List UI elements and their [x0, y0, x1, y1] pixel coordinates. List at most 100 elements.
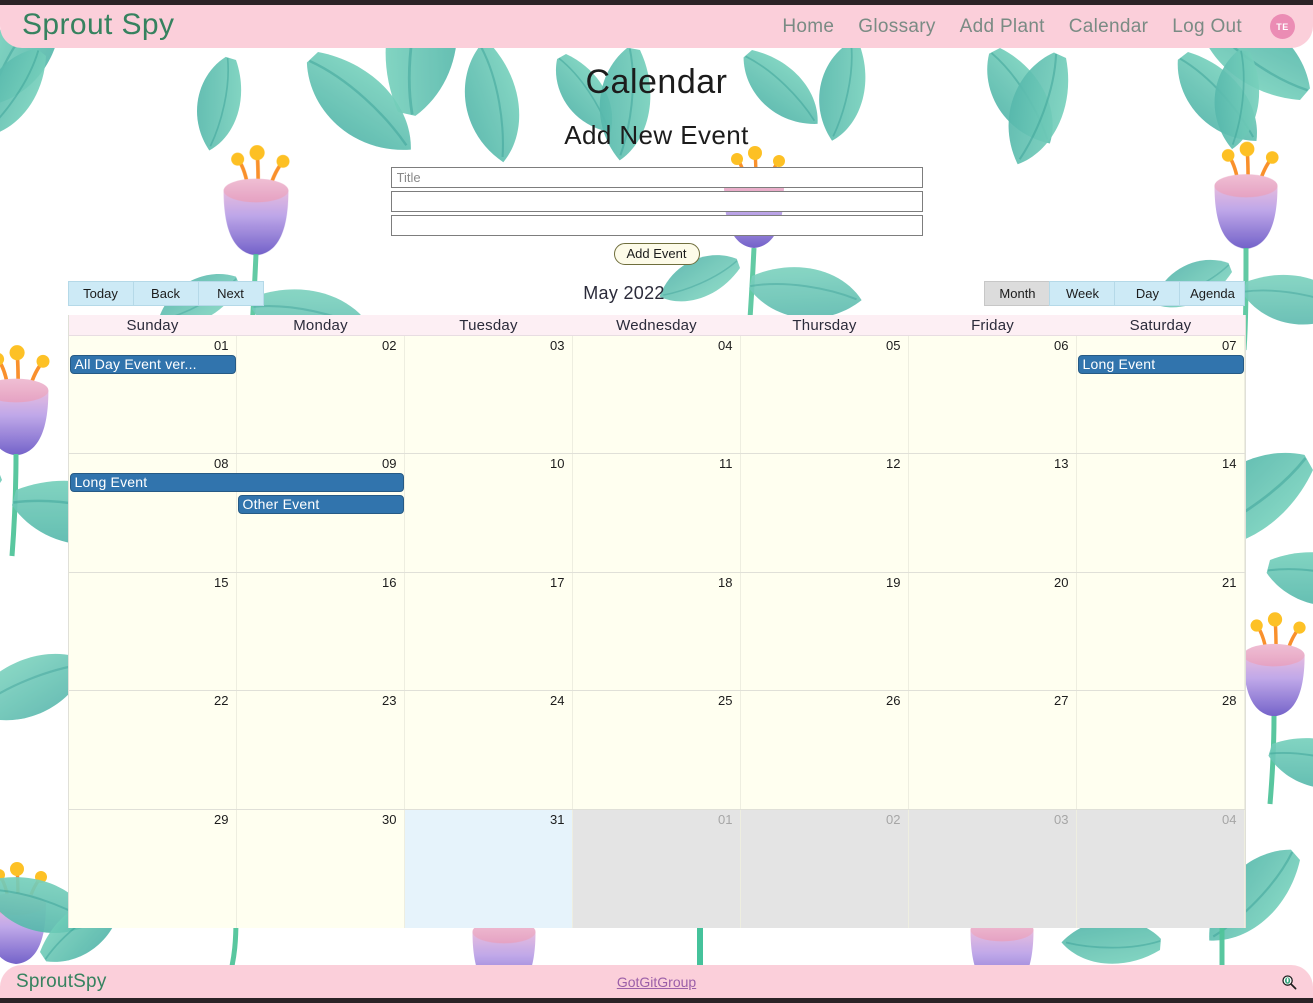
calendar-day-cell[interactable]: 26: [740, 691, 909, 809]
calendar-day-number: 20: [1054, 574, 1069, 590]
calendar-day-cell[interactable]: 21: [1076, 572, 1245, 691]
search-icon[interactable]: [1281, 974, 1297, 990]
calendar-day-number: 02: [382, 338, 397, 353]
calendar-day-cell[interactable]: 16: [236, 572, 405, 691]
calendar-day-cell[interactable]: 27: [908, 691, 1077, 809]
calendar-day-cell[interactable]: 05: [740, 336, 909, 454]
calendar-day-number: 21: [1222, 574, 1237, 590]
nav-log-out[interactable]: Log Out: [1172, 16, 1242, 38]
calendar-day-cell[interactable]: 19: [740, 572, 909, 691]
calendar-day-cell[interactable]: 01: [68, 336, 237, 454]
calendar-day-number: 14: [1222, 456, 1237, 472]
calendar-day-cell[interactable]: 14: [1076, 454, 1245, 572]
calendar-day-number: 12: [886, 456, 901, 472]
calendar-view-day[interactable]: Day: [1114, 281, 1181, 306]
add-event-form: Add Event: [390, 167, 923, 265]
event-title-input[interactable]: [390, 167, 923, 188]
calendar-view-week[interactable]: Week: [1049, 281, 1116, 306]
calendar-today-button[interactable]: Today: [67, 281, 134, 306]
footer-credit-link[interactable]: GotGitGroup: [0, 974, 1313, 990]
calendar-day-number: 24: [550, 693, 565, 709]
calendar-day-cell[interactable]: 08: [68, 454, 237, 572]
calendar-day-cell[interactable]: 03: [908, 809, 1077, 928]
weekday-header-thursday: Thursday: [792, 317, 857, 334]
add-event-heading: Add New Event: [564, 120, 749, 150]
calendar-day-cell[interactable]: 01: [572, 809, 741, 928]
calendar-day-number: 05: [886, 338, 901, 353]
nav-calendar[interactable]: Calendar: [1069, 16, 1149, 38]
calendar-toolbar: Today Back Next May 2022 Month Week Day …: [67, 280, 1246, 307]
calendar-day-cell[interactable]: 25: [572, 691, 741, 809]
calendar-day-number: 18: [718, 574, 733, 590]
site-brand[interactable]: Sprout Spy: [22, 10, 174, 43]
calendar-day-number: 19: [886, 574, 901, 590]
calendar-day-number: 26: [886, 693, 901, 709]
calendar-day-cell[interactable]: 10: [404, 454, 573, 572]
calendar-day-cell[interactable]: 28: [1076, 691, 1245, 809]
calendar-day-cell[interactable]: 11: [572, 454, 741, 572]
calendar-day-cell[interactable]: 13: [908, 454, 1077, 572]
calendar-nav-group: Today Back Next: [67, 281, 264, 306]
calendar-day-number: 29: [214, 811, 229, 827]
nav-home[interactable]: Home: [782, 16, 834, 38]
nav-glossary[interactable]: Glossary: [858, 16, 935, 38]
calendar-day-cell[interactable]: 15: [68, 572, 237, 691]
calendar-view-group: Month Week Day Agenda: [984, 281, 1246, 306]
calendar-next-button[interactable]: Next: [197, 281, 264, 306]
calendar-day-number: 15: [214, 574, 229, 590]
calendar-day-number: 03: [550, 338, 565, 353]
page-title: Calendar: [585, 63, 728, 101]
calendar-day-number: 11: [719, 456, 733, 472]
calendar-event[interactable]: Long Event: [69, 473, 404, 493]
calendar-day-cell[interactable]: 29: [68, 809, 237, 928]
calendar-view-agenda[interactable]: Agenda: [1179, 281, 1246, 306]
calendar-day-cell[interactable]: 02: [236, 336, 405, 454]
event-field-3-input[interactable]: [390, 215, 923, 236]
calendar-day-number: 01: [718, 811, 733, 827]
calendar-event[interactable]: All Day Event ver...: [69, 355, 236, 374]
month-calendar: Sunday Monday Tuesday Wednesday Thursday Frid…: [67, 315, 1246, 928]
calendar-day-cell[interactable]: 07: [1076, 336, 1245, 454]
nav-add-plant[interactable]: Add Plant: [960, 16, 1045, 38]
calendar-day-number: 06: [1054, 338, 1069, 353]
calendar-day-cell[interactable]: 04: [1076, 809, 1245, 928]
calendar-day-number: 17: [550, 574, 565, 590]
browser-bottom-edge: [0, 998, 1313, 1003]
calendar-day-cell[interactable]: 06: [908, 336, 1077, 454]
calendar-day-number: 27: [1054, 693, 1069, 709]
calendar-day-cell[interactable]: 18: [572, 572, 741, 691]
calendar-day-number: 03: [1054, 811, 1069, 827]
calendar-event[interactable]: Long Event: [1077, 355, 1244, 374]
page-content: Calendar Add New Event Add Event Today B…: [0, 48, 1313, 928]
calendar-week-row: 01 02 03 04 05 06 07 All Day Event ver... Long E…: [68, 336, 1245, 455]
calendar-day-cell[interactable]: 30: [236, 809, 405, 928]
calendar-day-cell[interactable]: 02: [740, 809, 909, 928]
calendar-day-number: 02: [886, 811, 901, 827]
page-footer: SproutSpy GotGitGroup: [0, 965, 1313, 998]
calendar-view-month[interactable]: Month: [984, 281, 1051, 306]
weekday-header-tuesday: Tuesday: [459, 317, 518, 334]
avatar[interactable]: TE: [1270, 14, 1295, 39]
calendar-day-cell[interactable]: 17: [404, 572, 573, 691]
calendar-day-cell[interactable]: 03: [404, 336, 573, 454]
calendar-week-row: 08 09 10 11 12 13 14 Long Event Other Event: [68, 454, 1245, 573]
calendar-day-number: 04: [718, 338, 733, 353]
calendar-day-cell[interactable]: 31: [404, 809, 573, 928]
calendar-day-number: 28: [1222, 693, 1237, 709]
calendar-day-number: 25: [718, 693, 733, 709]
event-field-2-input[interactable]: [390, 191, 923, 212]
calendar-day-number: 22: [214, 693, 229, 709]
calendar-day-cell[interactable]: 04: [572, 336, 741, 454]
calendar-event[interactable]: Other Event: [237, 495, 404, 515]
calendar-day-number: 23: [382, 693, 397, 709]
calendar-back-button[interactable]: Back: [132, 281, 199, 306]
calendar-day-number: 04: [1222, 811, 1237, 827]
calendar-day-cell[interactable]: 20: [908, 572, 1077, 691]
calendar-day-cell[interactable]: 22: [68, 691, 237, 809]
calendar-day-cell[interactable]: 12: [740, 454, 909, 572]
add-event-button[interactable]: Add Event: [613, 243, 700, 265]
weekday-header-row: Sunday Monday Tuesday Wednesday Thursday Frid…: [68, 315, 1245, 336]
calendar-day-cell[interactable]: 24: [404, 691, 573, 809]
calendar-day-cell[interactable]: 23: [236, 691, 405, 809]
main-navbar: Sprout Spy Home Glossary Add Plant Calen…: [0, 5, 1313, 48]
